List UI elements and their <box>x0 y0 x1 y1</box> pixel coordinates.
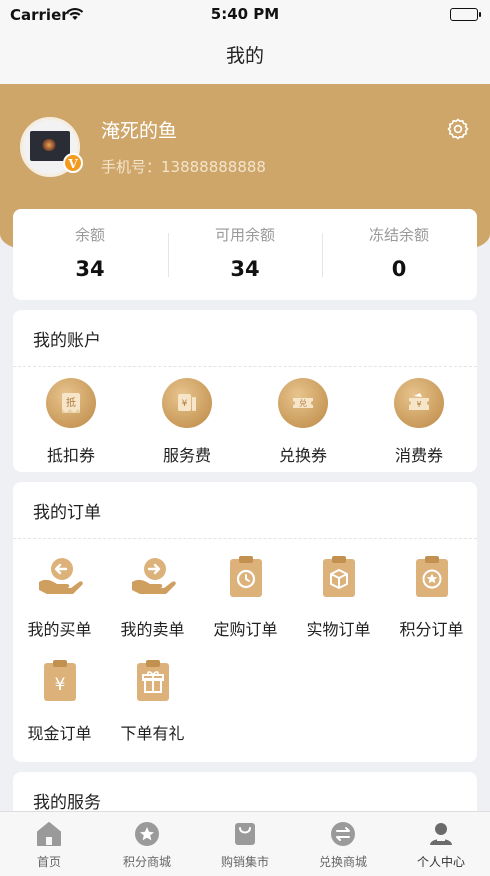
user-phone: 手机号：13888888888 <box>101 158 266 176</box>
clipboard-star-icon <box>407 554 457 600</box>
account-item-service-fee[interactable]: ¥ 服务费 <box>129 378 245 466</box>
order-item-cash[interactable]: ¥ 现金订单 <box>13 658 106 744</box>
frozen-balance-item[interactable]: 冻结余额 0 <box>322 209 476 300</box>
order-item-buy[interactable]: 我的买单 <box>13 554 106 640</box>
svg-text:¥: ¥ <box>416 400 421 409</box>
section-title-orders: 我的订单 <box>33 503 101 523</box>
hand-arrow-left-icon <box>35 554 85 600</box>
order-item-label: 实物订单 <box>306 620 371 639</box>
exchange-ticket-icon: 兑 <box>278 378 328 428</box>
exchange-icon <box>329 820 357 848</box>
account-item-voucher[interactable]: 抵 抵扣券 <box>13 378 129 466</box>
account-item-label: 服务费 <box>162 446 211 465</box>
account-item-label: 兑换券 <box>278 446 327 465</box>
user-icon <box>427 820 455 848</box>
service-fee-icon: ¥ <box>162 378 212 428</box>
star-icon <box>133 820 161 848</box>
order-item-label: 我的卖单 <box>120 620 185 639</box>
tab-exchange-mall[interactable]: 兑换商城 <box>294 812 392 876</box>
clipboard-box-icon <box>314 554 364 600</box>
tab-label: 兑换商城 <box>318 855 367 869</box>
clipboard-gift-icon <box>128 658 178 704</box>
svg-text:兑: 兑 <box>299 398 307 408</box>
balance-value: 34 <box>75 257 105 281</box>
section-title-services: 我的服务 <box>33 793 101 813</box>
order-item-label: 积分订单 <box>399 620 464 639</box>
home-icon <box>35 820 63 848</box>
user-name: 淹死的鱼 <box>101 120 178 142</box>
account-item-exchange-ticket[interactable]: 兑 兑换券 <box>245 378 361 466</box>
balance-label: 余额 <box>74 226 105 244</box>
hand-arrow-right-icon <box>128 554 178 600</box>
clock-label: 5:40 PM <box>210 5 280 23</box>
tab-points-mall[interactable]: 积分商城 <box>98 812 196 876</box>
voucher-icon: 抵 <box>46 378 96 428</box>
account-card: 我的账户 抵 抵扣券 ¥ 服务费 兑 兑换券 ¥ 消费券 <box>13 310 477 472</box>
tab-label: 首页 <box>36 855 61 869</box>
frozen-balance-value: 0 <box>391 257 407 281</box>
svg-text:¥: ¥ <box>54 675 65 695</box>
tab-home[interactable]: 首页 <box>0 812 98 876</box>
tab-label: 个人中心 <box>416 855 465 869</box>
available-balance-item[interactable]: 可用余额 34 <box>168 209 322 300</box>
order-item-sell[interactable]: 我的卖单 <box>106 554 199 640</box>
tab-market[interactable]: 购销集市 <box>196 812 294 876</box>
clipboard-yuan-icon: ¥ <box>35 658 85 704</box>
tab-label: 积分商城 <box>122 855 171 869</box>
account-item-label: 抵扣券 <box>46 446 95 465</box>
tab-personal-center[interactable]: 个人中心 <box>392 812 490 876</box>
section-title-account: 我的账户 <box>33 331 101 351</box>
order-item-points[interactable]: 积分订单 <box>385 554 478 640</box>
balance-card: 余额 34 可用余额 34 冻结余额 0 <box>13 209 477 300</box>
order-item-label: 我的买单 <box>27 620 92 639</box>
order-item-physical[interactable]: 实物订单 <box>292 554 385 640</box>
order-item-label: 下单有礼 <box>120 724 185 743</box>
status-bar: Carrier 5:40 PM <box>0 0 490 30</box>
tab-bar: 首页 积分商城 购销集市 兑换商城 个人中心 <box>0 811 490 876</box>
balance-item[interactable]: 余额 34 <box>13 209 167 300</box>
gear-icon[interactable] <box>446 117 470 141</box>
consumer-coupon-icon: ¥ <box>394 378 444 428</box>
order-item-label: 现金订单 <box>27 724 92 743</box>
order-item-label: 定购订单 <box>213 620 278 639</box>
order-item-gift[interactable]: 下单有礼 <box>106 658 199 744</box>
vip-badge: V <box>63 153 83 173</box>
order-card: 我的订单 我的买单 我的卖单 定购订单 实物订单 积分订单 ¥ 现金订单 下单有… <box>13 482 477 762</box>
page-title: 我的 <box>225 45 264 67</box>
frozen-balance-label: 冻结余额 <box>368 226 429 244</box>
available-balance-label: 可用余额 <box>214 226 275 244</box>
svg-text:抵: 抵 <box>66 396 76 409</box>
divider <box>13 366 477 367</box>
divider <box>13 538 477 539</box>
svg-text:¥: ¥ <box>182 399 188 409</box>
account-item-consumer-coupon[interactable]: ¥ 消费券 <box>361 378 477 466</box>
battery-icon <box>450 8 481 21</box>
clipboard-clock-icon <box>221 554 271 600</box>
order-item-subscription[interactable]: 定购订单 <box>199 554 292 640</box>
tab-label: 购销集市 <box>220 855 269 869</box>
available-balance-value: 34 <box>230 257 260 281</box>
account-item-label: 消费券 <box>394 446 443 465</box>
nav-bar: 我的 <box>0 30 490 84</box>
shopping-bag-icon <box>231 820 259 848</box>
